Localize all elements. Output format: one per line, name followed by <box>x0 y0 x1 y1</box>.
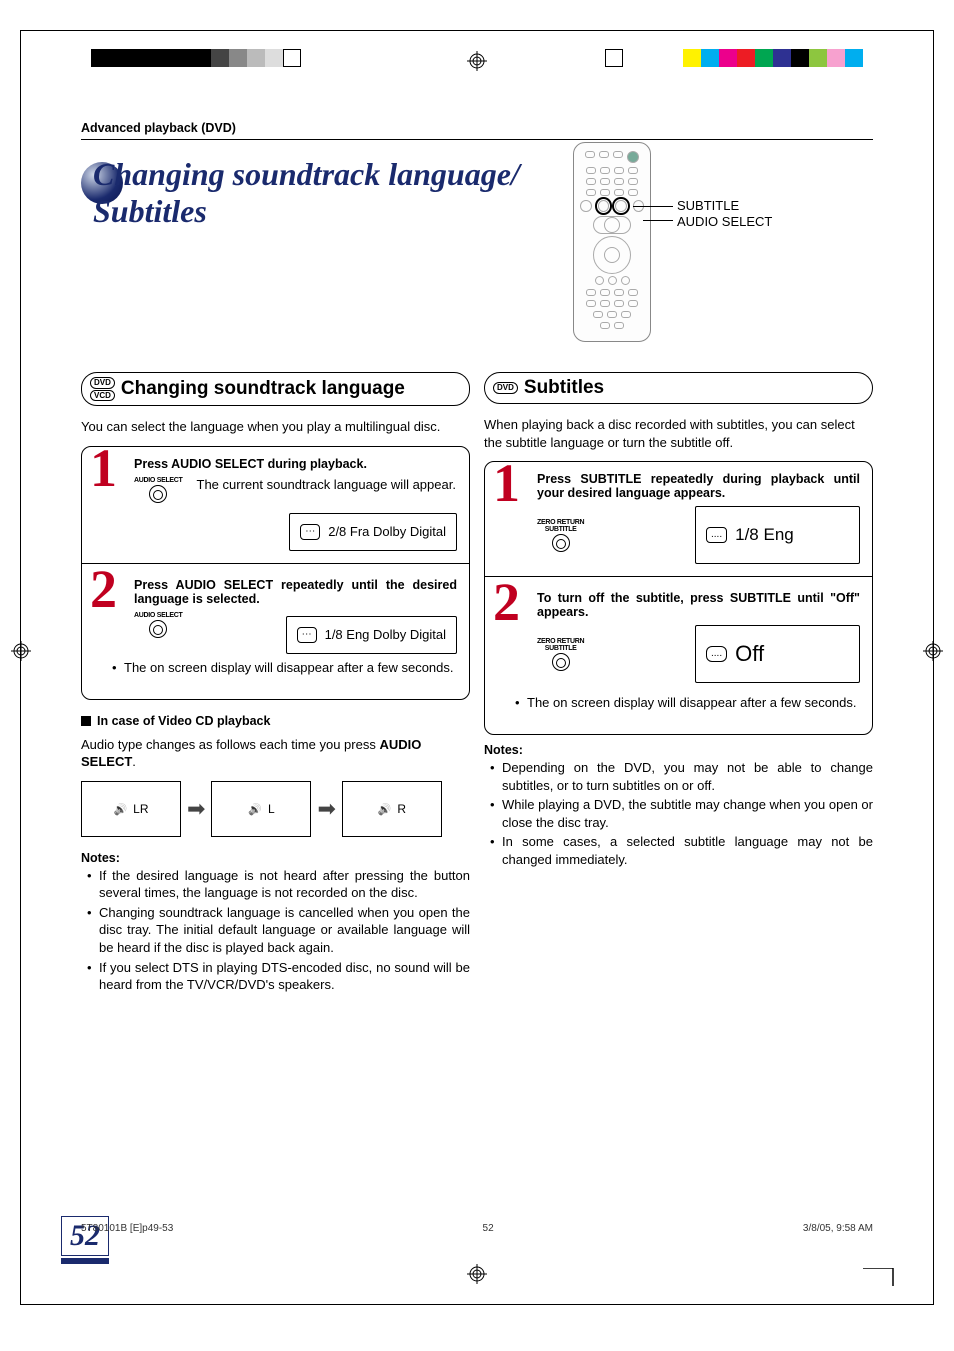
subtitle-icon: .... <box>706 527 727 543</box>
osd-text: 1/8 Eng <box>735 525 794 545</box>
audio-select-button-icon: AUDIO SELECT <box>134 477 183 503</box>
notes-list: Depending on the DVD, you may not be abl… <box>484 759 873 868</box>
note-item: Depending on the DVD, you may not be abl… <box>484 759 873 794</box>
audio-select-button-icon: AUDIO SELECT <box>134 612 183 638</box>
step-1: 1 Press SUBTITLE repeatedly during playb… <box>497 472 860 577</box>
note-item: If you select DTS in playing DTS-encoded… <box>81 959 470 994</box>
note-item: Changing soundtrack language is cancelle… <box>81 904 470 957</box>
osd-text: Off <box>735 641 764 667</box>
square-bullet-icon <box>81 716 91 726</box>
note-item: While playing a DVD, the subtitle may ch… <box>484 796 873 831</box>
vcd-playback-text: Audio type changes as follows each time … <box>81 736 470 771</box>
remote-body <box>573 142 651 342</box>
step-number-icon: 1 <box>90 441 117 495</box>
page-title-line1: Changing soundtrack language/ <box>93 156 520 192</box>
remote-label-subtitle: SUBTITLE <box>677 198 739 213</box>
step-note: The on screen display will disappear aft… <box>106 660 457 675</box>
step-2: 2 To turn off the subtitle, press SUBTIT… <box>497 591 860 710</box>
crop-frame: Advanced playback (DVD) Changing soundtr… <box>20 30 934 1305</box>
step-number-icon: 2 <box>493 575 520 629</box>
footer-file: 5T80101B [E]p49-53 <box>81 1223 173 1234</box>
step-note: The on screen display will disappear aft… <box>509 695 860 710</box>
notes-title: Notes: <box>484 743 873 757</box>
cycle-box: LR <box>81 781 181 837</box>
step2-title: Press AUDIO SELECT repeatedly until the … <box>134 578 457 606</box>
left-column: DVDVCD Changing soundtrack language You … <box>81 372 470 994</box>
speaker-icon <box>248 802 262 816</box>
step1-title: Press SUBTITLE repeatedly during playbac… <box>537 472 860 500</box>
note-item: In some cases, a selected subtitle langu… <box>484 833 873 868</box>
subtitle-button-icon: ZERO RETURN SUBTITLE <box>537 519 584 552</box>
subtitle-button-icon: ZERO RETURN SUBTITLE <box>537 638 584 671</box>
footer-meta: 5T80101B [E]p49-53 52 3/8/05, 9:58 AM <box>81 1223 873 1234</box>
footer-page: 52 <box>483 1223 494 1234</box>
soundtrack-intro: You can select the language when you pla… <box>81 418 470 436</box>
footer-date: 3/8/05, 9:58 AM <box>803 1223 873 1234</box>
osd-text: 1/8 Eng Dolby Digital <box>325 627 446 642</box>
vcd-playback-heading: In case of Video CD playback <box>81 714 470 728</box>
cycle-box: R <box>342 781 442 837</box>
remote-illustration: SUBTITLE AUDIO SELECT <box>573 142 833 342</box>
speaker-icon <box>378 802 392 816</box>
notes-list: If the desired language is not heard aft… <box>81 867 470 994</box>
page-title: Changing soundtrack language/ Subtitles <box>93 156 520 230</box>
speaker-icon <box>113 802 127 816</box>
step1-body: The current soundtrack language will app… <box>197 477 456 492</box>
osd-display: .... 1/8 Eng <box>695 506 860 564</box>
subtitle-off-icon: .... <box>706 646 727 662</box>
page-content: Advanced playback (DVD) Changing soundtr… <box>21 121 933 994</box>
registration-mark-top <box>467 51 487 71</box>
step-number-icon: 1 <box>493 456 520 510</box>
subtitles-steps-box: 1 Press SUBTITLE repeatedly during playb… <box>484 461 873 735</box>
osd-display: .... Off <box>695 625 860 683</box>
arrow-right-icon: ➡ <box>317 796 335 822</box>
step2-title: To turn off the subtitle, press SUBTITLE… <box>537 591 860 619</box>
section-title-subtitles-label: Subtitles <box>524 377 604 399</box>
arrow-right-icon: ➡ <box>187 796 205 822</box>
soundtrack-steps-box: 1 Press AUDIO SELECT during playback. AU… <box>81 446 470 700</box>
osd-text: 2/8 Fra Dolby Digital <box>328 524 446 539</box>
section-title-subtitles: DVD Subtitles <box>484 372 873 404</box>
section-header: Advanced playback (DVD) <box>81 121 873 140</box>
step1-title: Press AUDIO SELECT during playback. <box>134 457 457 471</box>
notes-title: Notes: <box>81 851 470 865</box>
section-title-soundtrack-label: Changing soundtrack language <box>121 378 405 400</box>
remote-label-audio-select: AUDIO SELECT <box>677 214 772 229</box>
speech-icon: ⋯ <box>297 627 317 643</box>
step-number-icon: 2 <box>90 562 117 616</box>
cycle-box: L <box>211 781 311 837</box>
step-2: 2 Press AUDIO SELECT repeatedly until th… <box>94 578 457 675</box>
page-title-line2: Subtitles <box>93 193 207 229</box>
step-1: 1 Press AUDIO SELECT during playback. AU… <box>94 457 457 564</box>
osd-display: ⋯ 2/8 Fra Dolby Digital <box>289 513 457 551</box>
osd-display: ⋯ 1/8 Eng Dolby Digital <box>286 616 457 654</box>
registration-mark-bottom <box>467 1264 487 1284</box>
audio-cycle-row: LR ➡ L ➡ R <box>81 781 470 837</box>
note-item: If the desired language is not heard aft… <box>81 867 470 902</box>
disc-badge-icon: DVDVCD <box>90 377 115 401</box>
right-column: DVD Subtitles When playing back a disc r… <box>484 372 873 994</box>
speech-icon: ⋯ <box>300 524 320 540</box>
disc-badge-icon: DVD <box>493 382 518 394</box>
corner-mark <box>863 1268 903 1286</box>
section-title-soundtrack: DVDVCD Changing soundtrack language <box>81 372 470 406</box>
subtitles-intro: When playing back a disc recorded with s… <box>484 416 873 451</box>
